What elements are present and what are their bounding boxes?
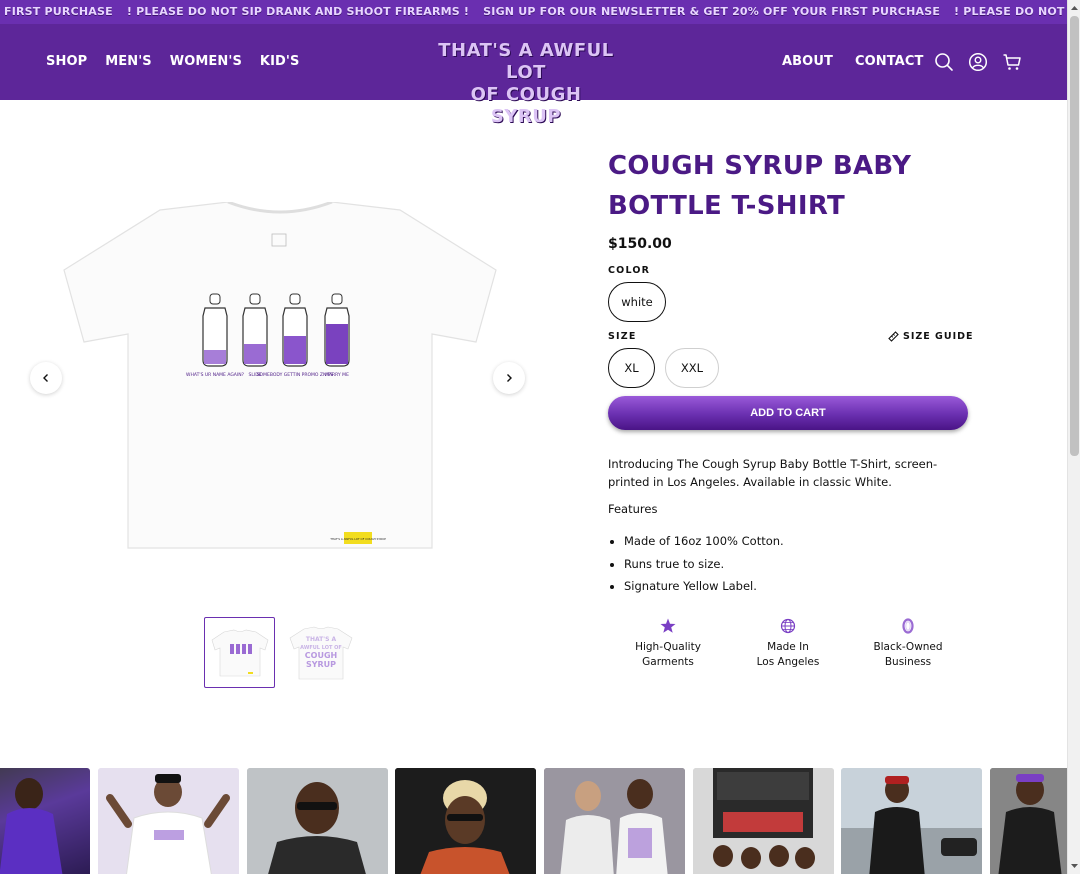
print-label-1: WHAT'S UR NAME AGAIN? xyxy=(186,372,245,378)
ruler-icon xyxy=(888,331,899,342)
badge-black-owned: Black-Owned Business xyxy=(848,617,968,670)
primary-nav: SHOP MEN'S WOMEN'S KID'S xyxy=(46,54,299,69)
badge-text: Black-Owned Business xyxy=(873,641,943,668)
product-info: COUGH SYRUP BABY BOTTLE T-SHIRT xyxy=(608,146,970,226)
header-icons xyxy=(934,52,1022,72)
badge-text: Made In Los Angeles xyxy=(756,641,820,668)
features-heading: Features xyxy=(608,502,658,516)
nav-womens[interactable]: WOMEN'S xyxy=(170,54,242,69)
print-label-4: MARRY ME xyxy=(325,372,349,378)
product-description: Introducing The Cough Syrup Baby Bottle … xyxy=(608,455,978,501)
page-scrollbar[interactable] xyxy=(1067,0,1080,874)
thumbnail-back[interactable]: THAT'S A AWFUL LOT OF COUGH SYRUP xyxy=(285,617,356,688)
color-option-white[interactable]: white xyxy=(608,282,666,322)
cart-icon[interactable] xyxy=(1002,52,1022,72)
back-print-line: THAT'S A xyxy=(305,636,336,643)
instagram-photo-strip xyxy=(0,768,1067,874)
tag-text: THAT'S A AWFUL LOT OF COUGH SYRUP xyxy=(329,537,386,541)
size-guide-link[interactable]: SIZE GUIDE xyxy=(888,331,973,342)
thumbnail-front[interactable] xyxy=(204,617,275,688)
announcement-text: ! PLEASE DO NOT SIP DRANK AND SHO xyxy=(954,5,1067,18)
announcement-text: SIGN UP FOR OUR NEWSLETTER & GET 20% OFF… xyxy=(483,5,941,18)
gallery-next-button[interactable] xyxy=(493,362,525,394)
site-logo[interactable]: THAT'S A AWFUL LOT OF COUGH SYRUP xyxy=(436,40,616,128)
back-print-line: SYRUP xyxy=(305,660,335,669)
size-option-xxl[interactable]: XXL xyxy=(665,348,719,388)
description-text: Introducing The Cough Syrup Baby Bottle … xyxy=(608,457,938,489)
gallery-thumbnails: THAT'S A AWFUL LOT OF COUGH SYRUP xyxy=(204,617,356,688)
logo-line-2: OF COUGH SYRUP xyxy=(470,84,582,127)
gallery-photo[interactable] xyxy=(395,768,536,874)
chevron-left-icon xyxy=(43,374,48,382)
globe-icon xyxy=(780,618,796,634)
feature-item: Made of 16oz 100% Cotton. xyxy=(624,530,784,553)
nav-shop[interactable]: SHOP xyxy=(46,54,87,69)
account-icon[interactable] xyxy=(968,52,988,72)
feature-item: Runs true to size. xyxy=(624,553,784,576)
trust-badges: High-Quality Garments Made In Los Angele… xyxy=(608,617,968,670)
nav-mens[interactable]: MEN'S xyxy=(105,54,152,69)
gallery-photo[interactable] xyxy=(990,768,1067,874)
badge-text: High-Quality Garments xyxy=(635,641,701,668)
gallery-photo[interactable] xyxy=(544,768,685,874)
feature-item: Signature Yellow Label. xyxy=(624,575,784,598)
scrollbar-thumb[interactable] xyxy=(1070,16,1079,456)
star-icon xyxy=(660,618,676,633)
announcement-bar: FIRST PURCHASE ! PLEASE DO NOT SIP DRANK… xyxy=(0,0,1067,24)
gallery-photo[interactable] xyxy=(841,768,982,874)
product-title: COUGH SYRUP BABY BOTTLE T-SHIRT xyxy=(608,151,912,221)
color-label: COLOR xyxy=(608,265,651,276)
gallery-photo[interactable] xyxy=(247,768,388,874)
nav-about[interactable]: ABOUT xyxy=(782,54,833,69)
product-gallery: WHAT'S UR NAME AGAIN? SLIDE SOMEBODY GET… xyxy=(30,150,526,610)
features-list: Made of 16oz 100% Cotton. Runs true to s… xyxy=(624,530,784,598)
back-print-line: COUGH xyxy=(304,651,336,660)
scroll-down-icon[interactable] xyxy=(1070,861,1079,871)
nav-kids[interactable]: KID'S xyxy=(260,54,300,69)
logo-line-1: THAT'S A AWFUL LOT xyxy=(438,40,614,83)
search-icon[interactable] xyxy=(934,52,954,72)
announcement-text: ! PLEASE DO NOT SIP DRANK AND SHOOT FIRE… xyxy=(126,5,470,18)
nav-contact[interactable]: CONTACT xyxy=(855,54,924,69)
badge-quality: High-Quality Garments xyxy=(608,617,728,670)
chevron-right-icon xyxy=(507,374,512,382)
gallery-photo[interactable] xyxy=(98,768,239,874)
page: FIRST PURCHASE ! PLEASE DO NOT SIP DRANK… xyxy=(0,0,1080,874)
print-label-3: SOMEBODY GETTIN PROMO ZNITS xyxy=(257,372,334,378)
gallery-photo[interactable] xyxy=(0,768,90,874)
size-guide-label: SIZE GUIDE xyxy=(903,331,974,342)
gallery-prev-button[interactable] xyxy=(30,362,62,394)
gallery-photo[interactable] xyxy=(693,768,834,874)
size-option-xl[interactable]: XL xyxy=(608,348,655,388)
secondary-nav: ABOUT CONTACT xyxy=(782,54,923,69)
announcement-text: FIRST PURCHASE xyxy=(4,5,113,18)
badge-made-in-la: Made In Los Angeles xyxy=(728,617,848,670)
product-price: $150.00 xyxy=(608,236,672,252)
add-to-cart-button[interactable]: ADD TO CART xyxy=(608,396,968,430)
ring-icon xyxy=(902,618,914,634)
scroll-up-icon[interactable] xyxy=(1070,3,1079,13)
size-label: SIZE xyxy=(608,331,637,342)
site-header: SHOP MEN'S WOMEN'S KID'S THAT'S A AWFUL … xyxy=(0,24,1067,127)
product-main-image: WHAT'S UR NAME AGAIN? SLIDE SOMEBODY GET… xyxy=(60,200,500,552)
